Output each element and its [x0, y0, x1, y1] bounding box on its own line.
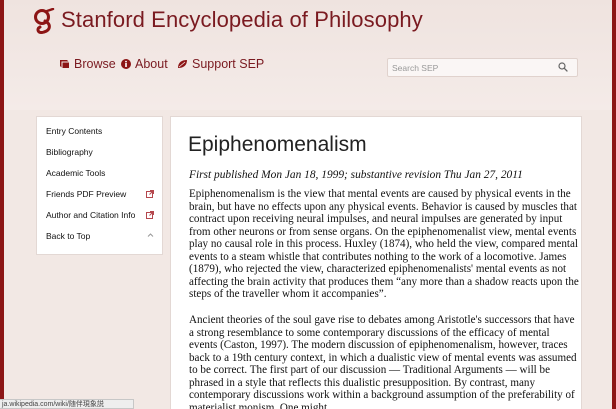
nav-support[interactable]: Support SEP: [177, 57, 264, 71]
sidebar-item-author-citation-info[interactable]: Author and Citation Info: [46, 210, 158, 220]
sidebar-item-label: Academic Tools: [46, 168, 106, 178]
publication-info: First published Mon Jan 18, 1999; substa…: [189, 169, 523, 181]
book-icon: [60, 60, 69, 68]
sidebar-item-back-to-top[interactable]: Back to Top: [46, 231, 158, 241]
sidebar-item-academic-tools[interactable]: Academic Tools: [46, 168, 158, 178]
chevron-up-icon: [147, 233, 154, 237]
leaf-icon: [178, 60, 187, 68]
sidebar-item-entry-contents[interactable]: Entry Contents: [46, 126, 158, 136]
nav-browse[interactable]: Browse: [59, 57, 116, 71]
site-title[interactable]: Stanford Encyclopedia of Philosophy: [61, 7, 423, 33]
sidebar-item-label: Back to Top: [46, 231, 91, 241]
sidebar-item-label: Friends PDF Preview: [46, 189, 127, 199]
article-title: Epiphenomenalism: [188, 133, 367, 156]
sidebar-item-bibliography[interactable]: Bibliography: [46, 147, 158, 157]
external-link-icon: [146, 190, 154, 198]
external-link-icon: [146, 211, 154, 219]
sidebar-item-label: Author and Citation Info: [46, 210, 136, 220]
article-paragraph-2: Ancient theories of the soul gave rise t…: [189, 314, 577, 409]
sidebar-item-label: Bibliography: [46, 147, 93, 157]
search-box[interactable]: [387, 58, 578, 77]
sidebar: Entry Contents Bibliography Academic Too…: [36, 116, 163, 255]
sep-logo-icon[interactable]: [31, 8, 57, 36]
nav-about-label: About: [135, 57, 168, 71]
status-bar-url: ja.wikipedia.com/wiki/随伴現象説: [0, 399, 134, 409]
page-edge-right: [612, 0, 616, 409]
info-icon: [121, 59, 131, 69]
sidebar-item-label: Entry Contents: [46, 126, 103, 136]
search-input[interactable]: [388, 59, 552, 76]
nav-about[interactable]: About: [121, 57, 168, 71]
article-content: Epiphenomenalism First published Mon Jan…: [170, 116, 582, 409]
article-paragraph-1: Epiphenomenalism is the view that mental…: [189, 188, 579, 300]
nav-support-label: Support SEP: [192, 57, 265, 71]
nav-browse-label: Browse: [74, 57, 116, 71]
sidebar-item-friends-pdf-preview[interactable]: Friends PDF Preview: [46, 189, 158, 199]
search-icon[interactable]: [558, 62, 568, 72]
